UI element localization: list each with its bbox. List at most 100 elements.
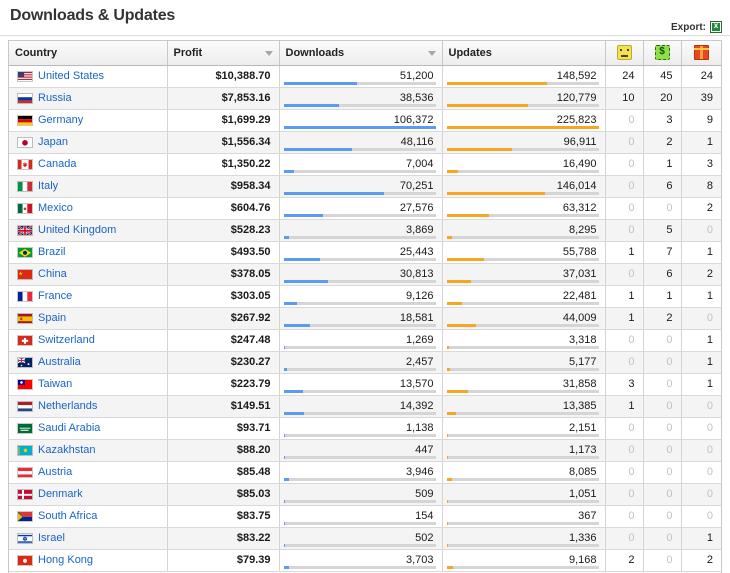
table-row[interactable]: United States $10,388.70 51,200 148,592 24 45… xyxy=(9,65,721,88)
cell-profit: $1,556.34 xyxy=(167,131,280,154)
cell-money: 0 xyxy=(643,549,682,572)
table-row[interactable]: Israel $83.22 502 1,336 0 0 1 xyxy=(9,527,721,550)
table-row[interactable]: Italy $958.34 70,251 146,014 0 6 8 xyxy=(9,175,721,198)
flag-fr-icon xyxy=(17,290,33,302)
table-row[interactable]: Russia $7,853.16 38,536 120,779 10 20 39 xyxy=(9,87,721,110)
country-link[interactable]: Germany xyxy=(38,114,83,127)
updates-bar-fill xyxy=(446,103,528,107)
table-row[interactable]: Hong Kong $79.39 3,703 9,168 2 0 2 xyxy=(9,549,721,572)
downloads-value: 18,581 xyxy=(399,312,434,324)
table-row[interactable]: Brazil $493.50 25,443 55,788 1 7 1 xyxy=(9,241,721,264)
cell-profit: $493.50 xyxy=(167,241,280,264)
updates-value: 63,312 xyxy=(562,202,597,214)
column-header-gifts[interactable] xyxy=(681,41,721,66)
country-link[interactable]: United States xyxy=(38,70,104,83)
column-header-downloads[interactable]: Downloads xyxy=(279,41,443,66)
sort-descending-icon[interactable] xyxy=(427,50,436,56)
table-row[interactable]: Denmark $85.03 509 1,051 0 0 0 xyxy=(9,483,721,506)
country-link[interactable]: Russia xyxy=(38,92,72,105)
cell-updates: 367 xyxy=(442,505,606,528)
cell-gifts: 0 xyxy=(681,417,721,440)
updates-value: 31,858 xyxy=(562,378,597,390)
cell-faces: 1 xyxy=(605,241,644,264)
sort-descending-icon[interactable] xyxy=(264,50,273,56)
cell-money: 0 xyxy=(643,483,682,506)
cell-gifts: 2 xyxy=(681,549,721,572)
country-link[interactable]: France xyxy=(38,290,72,303)
downloads-value: 70,251 xyxy=(399,180,434,192)
downloads-bar-fill xyxy=(283,565,289,569)
downloads-bar-fill xyxy=(283,169,294,173)
cell-downloads: 1,269 xyxy=(279,329,443,352)
cell-gifts: 8 xyxy=(681,175,721,198)
cell-profit: $1,699.29 xyxy=(167,109,280,132)
table-row[interactable]: Japan $1,556.34 48,116 96,911 0 2 1 xyxy=(9,131,721,154)
country-link[interactable]: Denmark xyxy=(38,488,83,501)
table-row[interactable]: Canada $1,350.22 7,004 16,490 0 1 3 xyxy=(9,153,721,176)
table-row[interactable]: Spain $267.92 18,581 44,009 1 2 0 xyxy=(9,307,721,330)
column-header-money[interactable] xyxy=(643,41,682,66)
cell-faces: 1 xyxy=(605,285,644,308)
updates-value: 120,779 xyxy=(556,92,597,104)
excel-export-icon[interactable] xyxy=(710,20,722,33)
flag-kz-icon xyxy=(17,444,33,456)
country-link[interactable]: Canada xyxy=(38,158,77,171)
country-link[interactable]: Austria xyxy=(38,466,72,479)
table-row[interactable]: Austria $85.48 3,946 8,085 0 0 0 xyxy=(9,461,721,484)
country-link[interactable]: Netherlands xyxy=(38,400,97,413)
cell-faces: 0 xyxy=(605,483,644,506)
cell-money: 1 xyxy=(643,153,682,176)
country-link[interactable]: Kazakhstan xyxy=(38,444,95,457)
cell-money: 6 xyxy=(643,263,682,286)
table-row[interactable]: Switzerland $247.48 1,269 3,318 0 0 1 xyxy=(9,329,721,352)
export-control[interactable]: Export: xyxy=(671,20,722,33)
updates-value: 55,788 xyxy=(562,246,597,258)
cell-downloads: 447 xyxy=(279,439,443,462)
cell-profit: $10,388.70 xyxy=(167,65,280,88)
cell-gifts: 0 xyxy=(681,395,721,418)
country-link[interactable]: Japan xyxy=(38,136,68,149)
country-link[interactable]: Switzerland xyxy=(38,334,95,347)
updates-value: 22,481 xyxy=(562,290,597,302)
export-label: Export: xyxy=(671,21,706,33)
country-link[interactable]: Australia xyxy=(38,356,81,369)
cell-money: 0 xyxy=(643,505,682,528)
cell-profit: $267.92 xyxy=(167,307,280,330)
updates-value: 13,385 xyxy=(562,400,597,412)
updates-value: 1,051 xyxy=(568,488,597,500)
column-header-profit[interactable]: Profit xyxy=(167,41,280,66)
cell-downloads: 502 xyxy=(279,527,443,550)
table-row[interactable]: Taiwan $223.79 13,570 31,858 3 0 1 xyxy=(9,373,721,396)
country-link[interactable]: China xyxy=(38,268,67,281)
cell-profit: $93.71 xyxy=(167,417,280,440)
table-row[interactable]: Netherlands $149.51 14,392 13,385 1 0 0 xyxy=(9,395,721,418)
cell-downloads: 48,116 xyxy=(279,131,443,154)
cell-country: Netherlands xyxy=(9,395,168,418)
country-link[interactable]: South Africa xyxy=(38,510,97,523)
country-link[interactable]: Israel xyxy=(38,532,65,545)
table-row[interactable]: United Kingdom $528.23 3,869 8,295 0 5 0 xyxy=(9,219,721,242)
country-link[interactable]: Saudi Arabia xyxy=(38,422,100,435)
cell-gifts: 0 xyxy=(681,307,721,330)
table-row[interactable]: France $303.05 9,126 22,481 1 1 1 xyxy=(9,285,721,308)
country-link[interactable]: Italy xyxy=(38,180,58,193)
table-row[interactable]: Germany $1,699.29 106,372 225,823 0 3 9 xyxy=(9,109,721,132)
cell-faces: 0 xyxy=(605,505,644,528)
table-row[interactable]: Kazakhstan $88.20 447 1,173 0 0 0 xyxy=(9,439,721,462)
country-link[interactable]: United Kingdom xyxy=(38,224,116,237)
table-row[interactable]: China $378.05 30,813 37,031 0 6 2 xyxy=(9,263,721,286)
country-link[interactable]: Taiwan xyxy=(38,378,72,391)
table-row[interactable]: South Africa $83.75 154 367 0 0 0 xyxy=(9,505,721,528)
country-link[interactable]: Brazil xyxy=(38,246,66,259)
cell-country: Spain xyxy=(9,307,168,330)
table-row[interactable]: Saudi Arabia $93.71 1,138 2,151 0 0 0 xyxy=(9,417,721,440)
cell-country: United States xyxy=(9,65,168,88)
country-link[interactable]: Hong Kong xyxy=(38,554,93,567)
country-link[interactable]: Spain xyxy=(38,312,66,325)
table-header-row: Country Profit Downloads Updates xyxy=(9,41,721,66)
column-header-faces[interactable] xyxy=(605,41,644,66)
country-link[interactable]: Mexico xyxy=(38,202,73,215)
flag-us-icon xyxy=(17,70,33,82)
table-row[interactable]: Mexico $604.76 27,576 63,312 0 0 2 xyxy=(9,197,721,220)
table-row[interactable]: Australia $230.27 2,457 5,177 0 0 1 xyxy=(9,351,721,374)
